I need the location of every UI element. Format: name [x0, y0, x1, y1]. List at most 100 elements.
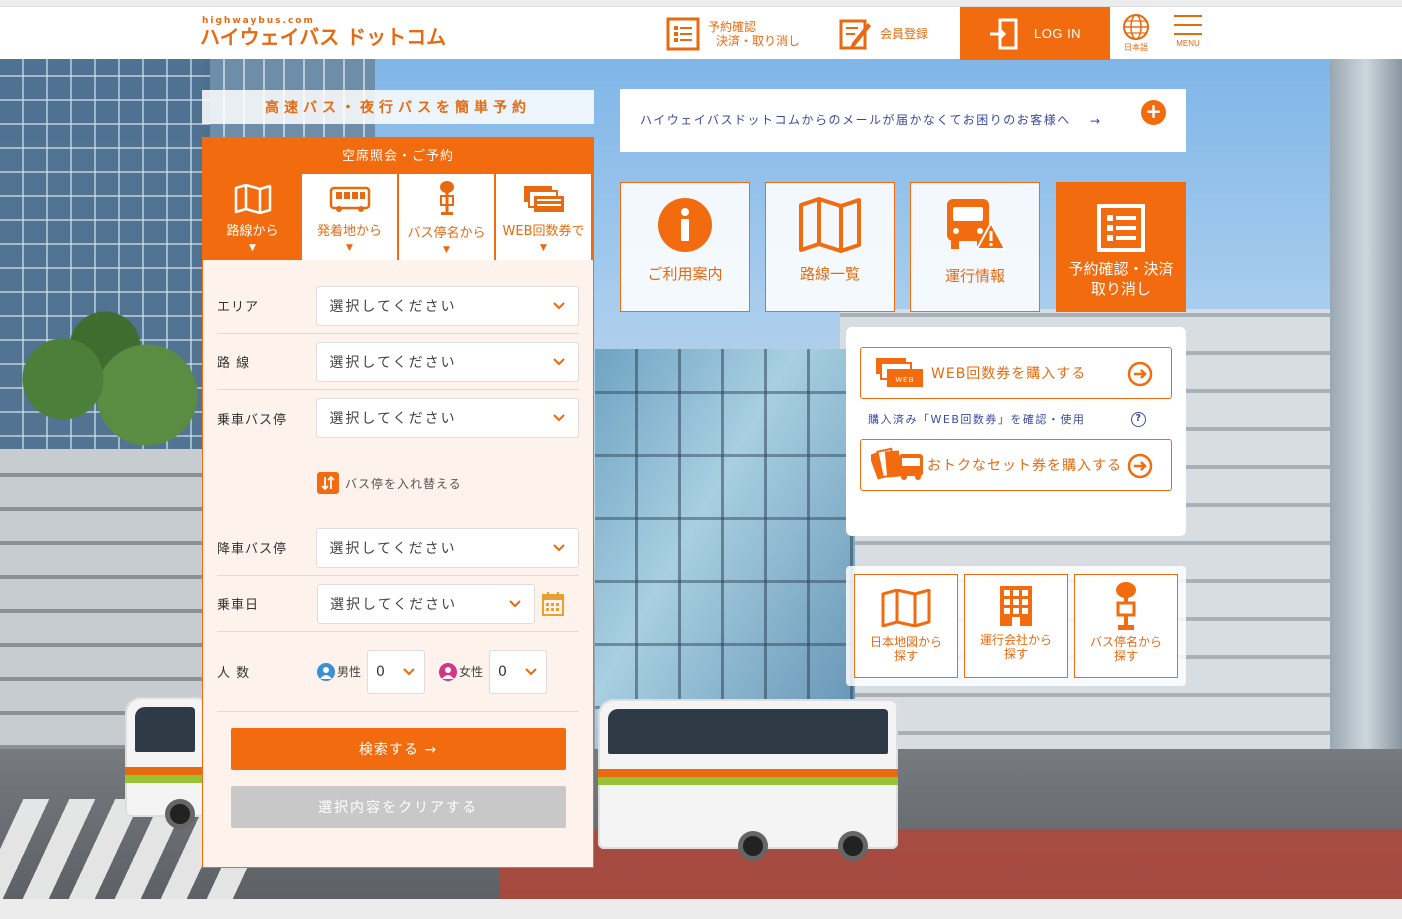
passenger-counts: 男性 0 女性 0 [317, 649, 548, 694]
reserve-check-label: 予約確認 [708, 19, 757, 34]
area-row: エリア 選択してください [217, 278, 579, 334]
swap-row: バス停を入れ替える [217, 446, 579, 520]
site-logo[interactable]: highwaybus.com ハイウェイバス ドットコム [200, 16, 446, 48]
purchased-tickets-label: 購入済み「WEB回数券」を確認・使用 [868, 413, 1086, 426]
triangle-down-icon: ▼ [249, 243, 256, 253]
search-form: エリア 選択してください 路 線 選択してください 乗車バス停 選択してください [203, 260, 593, 712]
web-tickets-icon: WEB [876, 358, 923, 387]
menu-label: MENU [1176, 39, 1200, 48]
date-select-value: 選択してください [330, 596, 458, 613]
chevron-down-icon [553, 543, 565, 551]
tab-by-web-tickets[interactable]: WEB回数券で ▼ [496, 174, 591, 260]
area-label: エリア [217, 300, 260, 315]
email-notice-text: ハイウェイバスドットコムからのメールが届かなくてお困りのお客様へ [640, 113, 1071, 127]
reservation-check-tile[interactable]: 予約確認・決済 取り消し [1056, 182, 1186, 312]
triangle-down-icon: ▼ [443, 245, 450, 255]
route-list-tile[interactable]: 路線一覧 [765, 182, 895, 312]
email-notice-banner[interactable]: ハイウェイバスドットコムからのメールが届かなくてお困りのお客様へ → + [620, 89, 1186, 152]
bus-photo [598, 699, 898, 861]
clear-selection-button[interactable]: 選択内容をクリアする [230, 786, 566, 828]
chevron-down-icon [403, 667, 415, 675]
reservation-check-label: 予約確認・決済 取り消し [1068, 260, 1174, 298]
search-by-map-sublabel: 探す [893, 649, 918, 663]
building-icon [1000, 586, 1032, 626]
purchased-tickets-link[interactable]: 購入済み「WEB回数券」を確認・使用 ? [868, 411, 1172, 427]
edit-form-icon [839, 19, 871, 49]
female-count-group: 女性 [439, 662, 484, 681]
set-tickets-bus-icon [871, 447, 923, 480]
boarding-stop-select-value: 選択してください [329, 411, 457, 427]
menu-button[interactable]: MENU [1172, 15, 1204, 48]
female-count-select[interactable]: 0 [489, 649, 548, 694]
boarding-stop-label: 乗車バス停 [217, 412, 288, 428]
tab-by-route[interactable]: 路線から ▼ [205, 174, 300, 260]
bus-warning-icon [947, 199, 1007, 250]
arrow-right-icon: → [1090, 113, 1101, 128]
boarding-stop-select[interactable]: 選択してください [316, 398, 579, 438]
tab-by-origin-destination[interactable]: 発着地から ▼ [302, 174, 397, 260]
chevron-down-icon [509, 599, 521, 607]
male-count-select[interactable]: 0 [367, 649, 426, 694]
date-select[interactable]: 選択してください [317, 583, 535, 624]
triangle-down-icon: ▼ [540, 243, 547, 253]
buy-web-tickets-button[interactable]: WEB WEB回数券を購入する [860, 347, 1172, 399]
passengers-row: 人 数 男性 0 女性 0 [217, 632, 579, 712]
search-panel: 空席照会・ご予約 路線から ▼ 発着地から ▼ バス停名から ▼ WEB回数券で… [202, 137, 594, 868]
usage-guide-tile[interactable]: ご利用案内 [620, 182, 750, 312]
tickets-box: WEB WEB回数券を購入する 購入済み「WEB回数券」を確認・使用 ? おトク… [846, 327, 1186, 536]
arrow-circle-right-icon [1127, 361, 1153, 387]
route-select[interactable]: 選択してください [316, 341, 579, 382]
buy-set-tickets-button[interactable]: おトクなセット券を購入する [860, 439, 1172, 491]
bus-icon [329, 186, 370, 212]
help-icon[interactable]: ? [1131, 411, 1147, 427]
reserve-check-link[interactable]: 予約確認 決済・取り消し [666, 7, 800, 60]
globe-icon [1123, 14, 1149, 40]
login-label: LOG IN [1034, 26, 1082, 41]
trees-photo [0, 299, 210, 459]
tickets-icon [523, 186, 564, 212]
chevron-down-icon [553, 357, 565, 365]
date-row: 乗車日 選択してください [217, 576, 579, 632]
swap-stops-button[interactable]: バス停を入れ替える [317, 472, 462, 494]
arrow-circle-right-icon [1127, 453, 1153, 479]
logo-text: ハイウェイバス ドットコム [200, 25, 447, 49]
search-by-japan-map[interactable]: 日本地図から 探す [854, 574, 958, 678]
map-icon [234, 184, 271, 214]
alighting-stop-row: 降車バス停 選択してください [217, 520, 579, 576]
language-switcher[interactable]: 日本語 [1120, 13, 1152, 53]
search-by-bus-stop[interactable]: バス停名から 探す [1074, 574, 1178, 678]
calendar-icon[interactable] [541, 591, 565, 617]
route-list-label: 路線一覧 [799, 265, 860, 283]
alighting-stop-select-value: 選択してください [329, 540, 457, 557]
svg-text:WEB: WEB [896, 377, 915, 384]
service-info-tile[interactable]: 運行情報 [910, 182, 1040, 312]
hamburger-icon [1174, 15, 1202, 17]
tower-photo [1330, 59, 1402, 779]
search-mode-tabs: 路線から ▼ 発着地から ▼ バス停名から ▼ WEB回数券で ▼ [203, 170, 593, 260]
login-button[interactable]: LOG IN [960, 7, 1110, 60]
buy-web-tickets-label: WEB回数券を購入する [931, 366, 1087, 382]
search-by-operator[interactable]: 運行会社から 探す [964, 574, 1068, 678]
service-info-label: 運行情報 [944, 267, 1005, 285]
alighting-stop-select[interactable]: 選択してください [316, 527, 579, 568]
female-avatar-icon [439, 662, 458, 681]
chevron-down-icon [553, 301, 565, 309]
area-select[interactable]: 選択してください [316, 285, 579, 326]
route-row: 路 線 選択してください [217, 334, 579, 390]
tab-by-bus-stop[interactable]: バス停名から ▼ [399, 174, 494, 260]
search-panel-title: 空席照会・ご予約 [203, 138, 593, 170]
plus-circle-icon[interactable]: + [1141, 100, 1166, 125]
bus-photo [125, 697, 205, 829]
male-count-value: 0 [376, 663, 385, 680]
search-by-stop-label: バス停名から [1089, 635, 1162, 649]
list-icon [1097, 204, 1145, 252]
female-label: 女性 [459, 665, 484, 679]
page-bottom-strip [0, 899, 1402, 919]
member-register-label: 会員登録 [880, 27, 929, 41]
search-by-stop-sublabel: 探す [1113, 649, 1138, 663]
search-button[interactable]: 検索する → [230, 728, 566, 770]
female-count-value: 0 [498, 663, 507, 680]
route-select-value: 選択してください [329, 354, 457, 371]
member-register-link[interactable]: 会員登録 [838, 7, 928, 60]
bus-stop-icon [439, 181, 454, 215]
